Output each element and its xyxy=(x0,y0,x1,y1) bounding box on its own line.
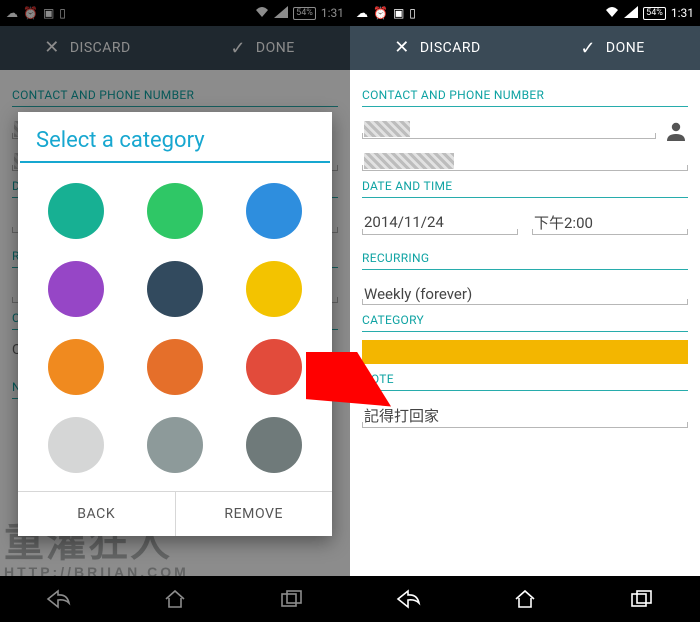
color-swatch-5[interactable] xyxy=(246,261,302,317)
battery-status: 54% xyxy=(643,7,666,20)
section-recurring: RECURRING xyxy=(362,251,688,265)
date-field[interactable]: 2014/11/24 xyxy=(362,206,518,235)
recurring-field[interactable]: Weekly (forever) xyxy=(362,278,688,305)
section-category: CATEGORY xyxy=(362,313,688,327)
section-contact: CONTACT AND PHONE NUMBER xyxy=(362,88,688,102)
time-field[interactable]: 下午2:00 xyxy=(532,206,688,235)
clock: 1:31 xyxy=(671,6,694,20)
divider xyxy=(362,106,688,107)
redacted-text xyxy=(364,153,454,169)
color-swatch-0[interactable] xyxy=(48,183,104,239)
done-label: DONE xyxy=(606,40,645,56)
home-button[interactable] xyxy=(511,585,539,613)
discard-label: DISCARD xyxy=(420,40,481,56)
check-icon: ✓ xyxy=(580,38,596,59)
nav-bar xyxy=(350,576,700,622)
screen-left: ☁ ⏰ ▣ ▯ 54% 1:31 ✕ DISCARD xyxy=(0,0,350,622)
done-button[interactable]: ✓ DONE xyxy=(525,26,700,70)
signal-icon xyxy=(624,6,638,21)
section-note: NOTE xyxy=(362,372,688,386)
color-grid xyxy=(18,163,332,491)
section-datetime: DATE AND TIME xyxy=(362,179,688,193)
divider xyxy=(362,197,688,198)
back-button[interactable] xyxy=(394,585,422,613)
color-swatch-9[interactable] xyxy=(48,417,104,473)
picture-icon: ▣ xyxy=(393,6,404,20)
category-color-field[interactable] xyxy=(362,340,688,364)
color-swatch-10[interactable] xyxy=(147,417,203,473)
recent-button[interactable] xyxy=(628,585,656,613)
redacted-text xyxy=(364,121,410,137)
note-field[interactable]: 記得打回家 xyxy=(362,399,688,428)
dialog-title: Select a category xyxy=(18,112,332,161)
contact-icon[interactable] xyxy=(664,119,688,143)
dialog-back-button[interactable]: BACK xyxy=(18,492,175,536)
dialog-remove-button[interactable]: REMOVE xyxy=(175,492,333,536)
action-bar: ✕ DISCARD ✓ DONE xyxy=(350,26,700,70)
phone-field[interactable] xyxy=(362,147,688,171)
color-swatch-8[interactable] xyxy=(246,339,302,395)
category-dialog: Select a category BACK REMOVE xyxy=(18,112,332,536)
color-swatch-1[interactable] xyxy=(147,183,203,239)
color-swatch-11[interactable] xyxy=(246,417,302,473)
status-bar: ☁ ⏰ ▣ ▯ 54% 1:31 xyxy=(350,0,700,26)
color-swatch-4[interactable] xyxy=(147,261,203,317)
color-swatch-7[interactable] xyxy=(147,339,203,395)
contact-name-field[interactable] xyxy=(362,115,656,139)
screen-right: ☁ ⏰ ▣ ▯ 54% 1:31 ✕ DISCARD xyxy=(350,0,700,622)
sdcard-icon: ▯ xyxy=(409,6,416,20)
divider xyxy=(362,269,688,270)
divider xyxy=(362,331,688,332)
wifi-icon xyxy=(605,6,619,21)
discard-button[interactable]: ✕ DISCARD xyxy=(350,26,525,70)
color-swatch-3[interactable] xyxy=(48,261,104,317)
weather-icon: ☁ xyxy=(356,6,368,20)
color-swatch-2[interactable] xyxy=(246,183,302,239)
alarm-icon: ⏰ xyxy=(373,6,388,20)
divider xyxy=(362,390,688,391)
close-icon: ✕ xyxy=(394,39,410,57)
color-swatch-6[interactable] xyxy=(48,339,104,395)
form-content: CONTACT AND PHONE NUMBER DATE AND TIME 2… xyxy=(350,70,700,576)
